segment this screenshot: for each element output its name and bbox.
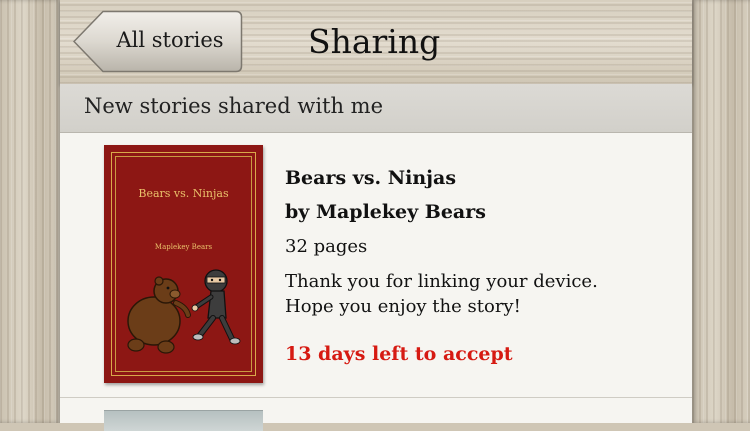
all-stories-back-button[interactable]: All stories — [73, 10, 243, 73]
book-cover[interactable]: Bears vs. Ninjas Maplekey Bears — [104, 145, 263, 383]
story-page-count: 32 pages — [285, 236, 368, 257]
wood-frame-left — [0, 0, 60, 423]
back-button-label: All stories — [116, 28, 224, 52]
story-message-line-2: Hope you enjoy the story! — [285, 296, 521, 317]
ninja-icon — [191, 269, 241, 345]
story-title: Bears vs. Ninjas — [285, 167, 457, 189]
story-author: by Maplekey Bears — [285, 201, 486, 223]
next-book-cover-partial[interactable] — [104, 410, 263, 431]
page-title: Sharing — [308, 22, 441, 61]
story-message: Thank you for linking your device. Hope … — [285, 269, 645, 319]
story-list-item[interactable]: Bears vs. Ninjas Maplekey Bears Bears vs… — [60, 133, 692, 398]
expiry-notice: 13 days left to accept — [285, 343, 513, 365]
bear-ninja-illustration — [127, 269, 241, 354]
section-header: New stories shared with me — [60, 84, 692, 133]
cover-author: Maplekey Bears — [154, 243, 213, 251]
shared-stories-list: Bears vs. Ninjas Maplekey Bears Bears vs… — [60, 133, 692, 431]
cover-title: Bears vs. Ninjas — [138, 187, 229, 200]
list-divider — [60, 397, 692, 398]
section-title: New stories shared with me — [84, 94, 384, 118]
wood-frame-right — [692, 0, 750, 423]
navigation-bar: All stories Sharing — [60, 0, 692, 84]
story-message-line-1: Thank you for linking your device. — [285, 271, 598, 292]
bear-icon — [127, 276, 191, 354]
